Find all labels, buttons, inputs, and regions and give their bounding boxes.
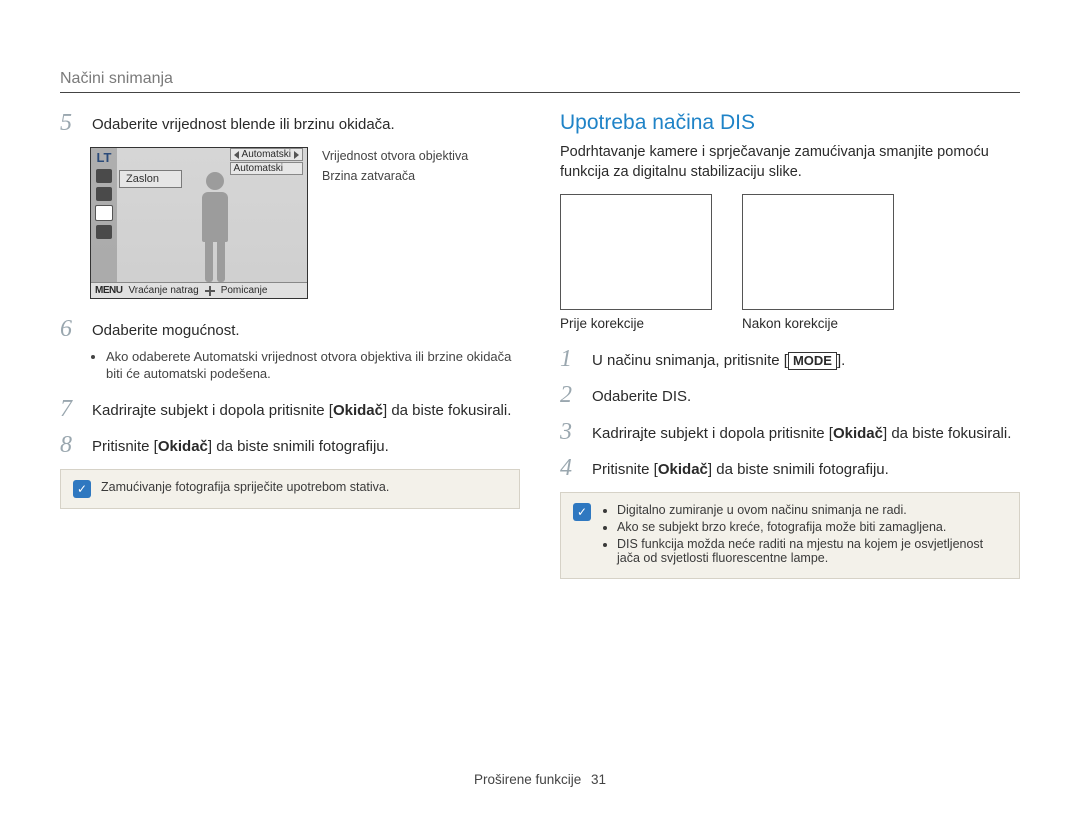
page: Načini snimanja 5 Odaberite vrijednost b… [0,0,1080,815]
right-column: Upotreba načina DIS Podrhtavanje kamere … [560,111,1020,579]
camera-popup-label: Zaslon [119,170,182,188]
preview-boxes [560,194,1020,310]
step4-pre: Pritisnite [ [592,461,658,478]
step6-bullets: Ako odaberete Automatski vrijednost otvo… [92,348,520,383]
step-number: 4 [560,456,582,480]
info-icon: ✓ [573,503,591,521]
step-text: U načinu snimanja, pritisnite [MODE]. [592,347,845,371]
display-icon [96,187,112,201]
step-2: 2 Odaberite DIS. [560,383,1020,407]
plus-icon [95,205,113,221]
shutter-key: Okidač [158,438,208,455]
step8-pre: Pritisnite [ [92,438,158,455]
tip-box-right: ✓ Digitalno zumiranje u ovom načinu snim… [560,492,1020,579]
mode-key: MODE [788,352,837,370]
callout-shutter: Brzina zatvarača [322,169,468,183]
dpad-icon [205,286,215,296]
after-label: Nakon korekcije [742,316,894,331]
page-number: 31 [591,772,606,787]
section-title-dis: Upotreba načina DIS [560,111,1020,135]
step-number: 8 [60,433,82,457]
tip-item: DIS funkcija možda neće raditi na mjestu… [617,537,1007,565]
grid-icon [96,169,112,183]
intro-paragraph: Podrhtavanje kamere i sprječavanje zamuć… [560,143,1020,182]
step6-bullet: Ako odaberete Automatski vrijednost otvo… [106,348,520,383]
step6-text: Odaberite mogućnost. [92,322,240,339]
step-number: 3 [560,420,582,444]
aperture-tag-text: Automatski [242,149,291,160]
step-text: Pritisnite [Okidač] da biste snimili fot… [592,456,889,480]
step8-post: ] da biste snimili fotografiju. [208,438,389,455]
step-number: 2 [560,383,582,407]
preview-after [742,194,894,310]
mode-indicator: LT [97,150,112,165]
camera-screen: LT Zaslon Automatski [90,147,308,299]
content-columns: 5 Odaberite vrijednost blende ili brzinu… [60,111,1020,579]
camera-callouts: Vrijednost otvora objektiva Brzina zatva… [322,147,468,299]
tip-text: Zamućivanje fotografija spriječite upotr… [101,480,389,498]
camera-sidebar: LT [91,148,117,283]
back-label: Vraćanje natrag [128,285,198,296]
step-text: Odaberite vrijednost blende ili brzinu o… [92,111,395,135]
step-text: Pritisnite [Okidač] da biste snimili fot… [92,433,389,457]
person-silhouette-icon [185,172,245,284]
step-number: 1 [560,347,582,371]
step-text: Odaberite DIS. [592,383,691,407]
camera-illustration: LT Zaslon Automatski [90,147,520,299]
step-4: 4 Pritisnite [Okidač] da biste snimili f… [560,456,1020,480]
step-8: 8 Pritisnite [Okidač] da biste snimili f… [60,433,520,457]
camera-top-tags: Automatski Automatski [230,148,303,175]
step-6: 6 Odaberite mogućnost. Ako odaberete Aut… [60,317,520,384]
step3-post: ] da biste fokusirali. [883,425,1011,442]
callout-aperture: Vrijednost otvora objektiva [322,149,468,163]
step-1: 1 U načinu snimanja, pritisnite [MODE]. [560,347,1020,371]
step7-pre: Kadrirajte subjekt i dopola pritisnite [ [92,402,333,419]
arrow-left-icon [234,151,239,159]
step-5: 5 Odaberite vrijednost blende ili brzinu… [60,111,520,135]
step1-pre: U načinu snimanja, pritisnite [ [592,352,788,369]
step-number: 6 [60,317,82,384]
left-column: 5 Odaberite vrijednost blende ili brzinu… [60,111,520,579]
step-text: Odaberite mogućnost. Ako odaberete Autom… [92,317,520,384]
step-number: 7 [60,397,82,421]
move-label: Pomicanje [221,285,268,296]
step-3: 3 Kadrirajte subjekt i dopola pritisnite… [560,420,1020,444]
shutter-key: Okidač [833,425,883,442]
footer-label: Proširene funkcije [474,772,581,787]
step-text: Kadrirajte subjekt i dopola pritisnite [… [592,420,1011,444]
before-label: Prije korekcije [560,316,712,331]
shutter-key: Okidač [333,402,383,419]
tip-box-left: ✓ Zamućivanje fotografija spriječite upo… [60,469,520,509]
aperture-value-tag: Automatski [230,148,303,161]
section-rule [60,92,1020,93]
step4-post: ] da biste snimili fotografiju. [708,461,889,478]
tip-item: Ako se subjekt brzo kreće, fotografija m… [617,520,1007,534]
arrow-right-icon [294,151,299,159]
shutter-key: Okidač [658,461,708,478]
info-icon: ✓ [73,480,91,498]
preview-before [560,194,712,310]
step-text: Kadrirajte subjekt i dopola pritisnite [… [92,397,511,421]
tip-item: Digitalno zumiranje u ovom načinu sniman… [617,503,1007,517]
step-number: 5 [60,111,82,135]
tip-list: Digitalno zumiranje u ovom načinu sniman… [601,503,1007,568]
step1-post: ]. [837,352,845,369]
camera-bottom-bar: MENU Vraćanje natrag Pomicanje [91,282,307,298]
section-label: Načini snimanja [60,70,1020,92]
step3-pre: Kadrirajte subjekt i dopola pritisnite [ [592,425,833,442]
preview-labels: Prije korekcije Nakon korekcije [560,316,1020,331]
step7-post: ] da biste fokusirali. [383,402,511,419]
page-footer: Proširene funkcije 31 [0,772,1080,787]
step-7: 7 Kadrirajte subjekt i dopola pritisnite… [60,397,520,421]
menu-label: MENU [95,285,122,296]
off-icon [96,225,112,239]
